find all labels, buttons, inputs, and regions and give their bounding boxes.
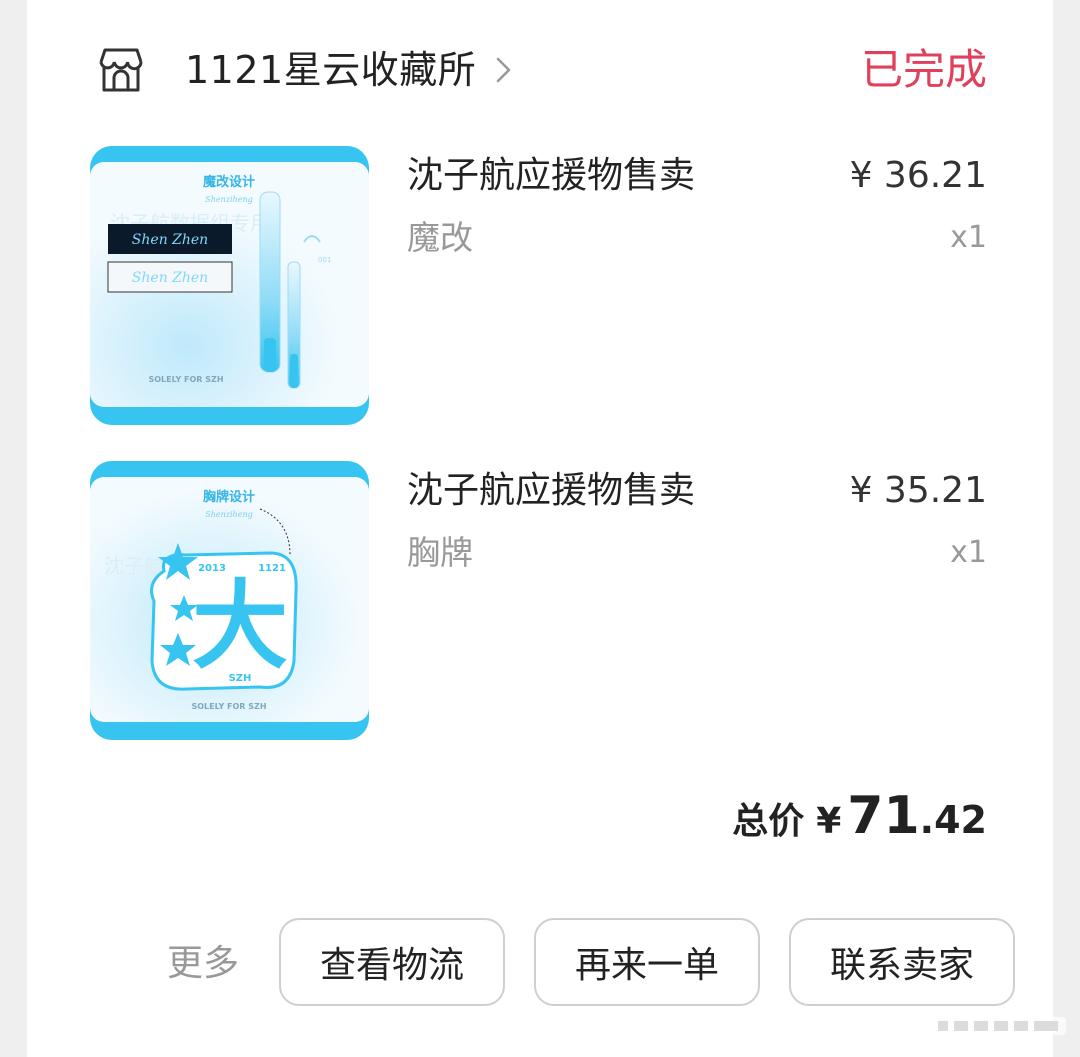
total-currency: ¥ [816, 801, 842, 842]
thumb-initials: SZH [229, 673, 252, 684]
svg-text:Shen Zhen: Shen Zhen [132, 232, 208, 248]
item-title[interactable]: 沈子航应援物售卖 [407, 152, 695, 200]
item-quantity: x1 [950, 220, 987, 255]
product-image-badge[interactable]: 胸牌设计 Shenziheng 沈子航数据组专用 2013 1121 大 SZH… [90, 461, 369, 740]
thumb-footer: SOLELY FOR SZH [148, 375, 223, 384]
thumb-glyph: 大 [192, 570, 288, 682]
item-price: ¥ 35.21 [849, 470, 987, 511]
item-spec: 魔改 [407, 218, 473, 257]
chevron-right-icon[interactable] [493, 56, 515, 84]
contact-seller-button[interactable]: 联系卖家 [789, 918, 1015, 1006]
reorder-button[interactable]: 再来一单 [534, 918, 760, 1006]
thumb-script: Shenziheng [205, 195, 252, 204]
item-title[interactable]: 沈子航应援物售卖 [407, 467, 695, 515]
total-label: 总价 [732, 801, 805, 842]
product-image-lightstick[interactable]: 魔改设计 Shenziheng 沈子航数据组专用 Shen Zhen Shen … [90, 146, 369, 425]
shop-name-link[interactable]: 1121星云收藏所 [185, 44, 476, 96]
thumb-footer: SOLELY FOR SZH [191, 702, 266, 711]
order-status: 已完成 [860, 45, 987, 94]
storefront-icon[interactable] [95, 44, 147, 96]
thumb-heading: 胸牌设计 [203, 489, 255, 505]
total-integer: 71 [847, 786, 920, 846]
item-spec: 胸牌 [407, 533, 473, 572]
thumb-heading: 魔改设计 [203, 174, 255, 190]
watermark-logo [924, 1003, 1074, 1047]
item-price: ¥ 36.21 [849, 155, 987, 196]
svg-text:Shen Zhen: Shen Zhen [132, 270, 208, 286]
total-decimal: .42 [919, 798, 987, 842]
thumb-script: Shenziheng [205, 510, 252, 519]
thumb-badge: 001 [318, 256, 331, 264]
view-logistics-button[interactable]: 查看物流 [279, 918, 505, 1006]
order-card: 1121星云收藏所 已完成 魔改设计 Shenziheng 沈子航数据组专用 S… [27, 0, 1053, 1057]
order-total: 总价 ¥ 71 .42 [732, 786, 987, 856]
more-button[interactable]: 更多 [167, 940, 239, 988]
item-quantity: x1 [950, 535, 987, 570]
